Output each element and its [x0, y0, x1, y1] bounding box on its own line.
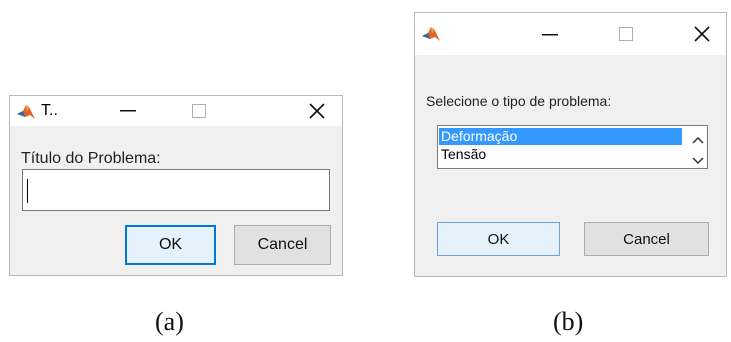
cancel-button-label: Cancel — [257, 236, 308, 253]
caption-b: (b) — [553, 307, 584, 336]
problem-type-listbox[interactable]: Deformação Tensão — [437, 125, 708, 169]
dialog-a-title: T.. — [41, 102, 58, 119]
chevron-up-icon[interactable] — [692, 131, 704, 149]
list-item-deformacao[interactable]: Deformação — [439, 128, 682, 145]
close-icon[interactable] — [309, 103, 325, 119]
matlab-logo-icon — [421, 25, 441, 48]
dialog-a-window: T.. Título do Problema: OK Cancel — [9, 95, 343, 276]
caption-a: (a) — [155, 307, 184, 336]
minimize-icon[interactable] — [120, 110, 136, 112]
title-prompt-label: Título do Problema: — [21, 150, 161, 167]
cancel-button-label: Cancel — [623, 230, 670, 248]
ok-button-label: OK — [158, 236, 183, 253]
chevron-down-icon[interactable] — [692, 152, 704, 170]
dialog-a-titlebar[interactable]: T.. — [10, 96, 342, 126]
minimize-icon[interactable] — [542, 34, 558, 36]
ok-button[interactable]: OK — [437, 222, 560, 256]
ok-button-label: OK — [487, 230, 510, 248]
dialog-b-window: Selecione o tipo de problema: Deformação… — [414, 12, 727, 277]
dialog-b-titlebar[interactable] — [415, 13, 726, 55]
cancel-button[interactable]: Cancel — [584, 222, 709, 256]
matlab-logo-icon — [16, 103, 36, 126]
text-caret — [27, 179, 28, 203]
maximize-icon[interactable] — [192, 104, 207, 119]
problem-title-input[interactable] — [22, 169, 330, 211]
listbox-scrollbar[interactable] — [689, 126, 707, 168]
close-icon[interactable] — [694, 26, 710, 42]
list-item-tensao[interactable]: Tensão — [439, 146, 682, 163]
ok-button[interactable]: OK — [125, 225, 216, 265]
problem-type-prompt-label: Selecione o tipo de problema: — [426, 93, 612, 109]
cancel-button[interactable]: Cancel — [234, 225, 331, 265]
maximize-icon[interactable] — [619, 27, 634, 42]
